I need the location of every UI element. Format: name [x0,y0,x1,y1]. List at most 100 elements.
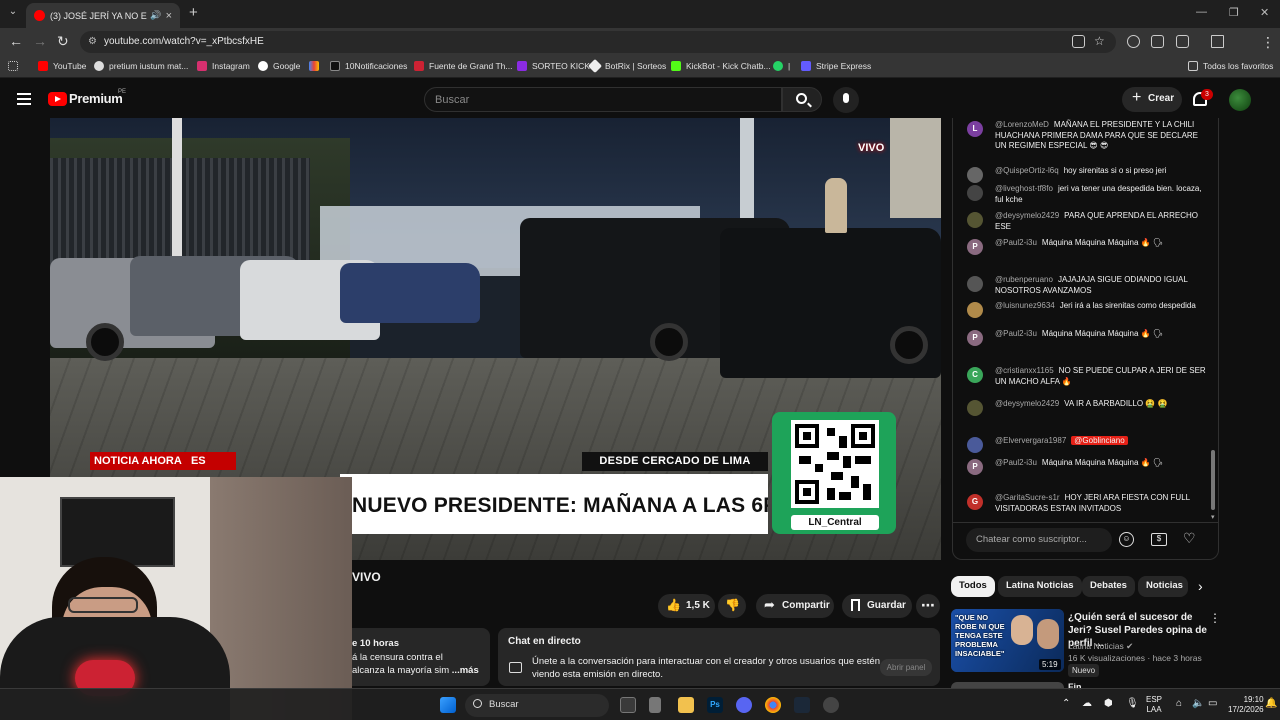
chat-author-name[interactable]: @LorenzoMeD [995,120,1049,129]
chips-next-icon[interactable]: › [1198,578,1203,594]
extension-2-icon[interactable] [1151,35,1164,48]
create-button[interactable]: Crear [1122,87,1182,112]
recommendation-thumbnail[interactable]: "QUE NO ROBE NI QUE TENGA ESTE PROBLEMA … [951,609,1064,672]
all-bookmarks-folder[interactable]: Todos los favoritos [1188,61,1273,71]
chat-author-avatar[interactable]: L [967,121,983,137]
chat-author-avatar[interactable] [967,212,983,228]
bookmark-kickbot[interactable]: KickBot - Kick Chatb... [671,61,771,71]
chat-author-avatar[interactable]: C [967,367,983,383]
chat-author-name[interactable]: @QuispeOrtiz-l6q [995,166,1059,175]
forward-icon[interactable]: → [33,33,47,49]
task-view-icon[interactable] [620,697,636,713]
bookmark-google[interactable]: Google [258,61,300,71]
tray-app-icon[interactable]: ☁ [1082,699,1092,709]
chip-noticias[interactable]: Noticias [1138,576,1188,597]
file-explorer-icon[interactable] [678,697,694,713]
browser-menu-icon[interactable]: ⋮ [1261,34,1275,51]
bookmark-whatsapp[interactable]: | [773,61,790,71]
install-app-icon[interactable] [1072,35,1085,48]
more-actions-icon[interactable]: ⋯ [916,594,940,618]
chat-author-avatar[interactable] [967,437,983,453]
chat-author-name[interactable]: @deysymelo2429 [995,399,1059,408]
save-button[interactable]: Guardar [842,594,912,618]
bookmark-star-icon[interactable]: ☆ [1094,34,1105,48]
tray-app-2-icon[interactable]: ⬢ [1104,699,1113,709]
bookmark-10notificaciones[interactable]: 10Notificaciones [330,61,407,71]
chat-author-avatar[interactable]: P [967,330,983,346]
notifications-icon[interactable]: 🔔 [1265,699,1277,709]
recommendation-menu-icon[interactable]: ⋮ [1209,611,1221,625]
maximize-icon[interactable]: ❐ [1229,6,1239,19]
bookmark-pretium[interactable]: pretium iustum mat... [94,61,188,71]
network-icon[interactable]: ⌂ [1176,699,1182,709]
new-tab-icon[interactable]: + [189,4,198,21]
guide-menu-icon[interactable] [17,93,31,105]
back-icon[interactable]: ← [9,33,23,49]
chat-author-avatar[interactable]: G [967,494,983,510]
chip-debates[interactable]: Debates [1082,576,1135,597]
chat-author-avatar[interactable] [967,302,983,318]
chat-author-name[interactable]: @deysymelo2429 [995,211,1059,220]
apps-grid-icon[interactable] [8,61,23,71]
app-icon[interactable] [649,697,661,713]
like-button[interactable]: 👍 1,5 K [658,594,715,618]
battery-icon[interactable]: ▭ [1208,699,1217,709]
tab-search-icon[interactable]: ⌄ [6,6,20,20]
extension-icon[interactable] [1127,35,1140,48]
tab-close-icon[interactable]: × [166,10,172,22]
description-box[interactable]: e 10 horas á la censura contra el alcanz… [352,628,490,686]
speaker-icon[interactable]: 🔊 [150,10,161,21]
tray-chevron-icon[interactable]: ⌃ [1062,699,1070,709]
description-more-link[interactable]: ...más [452,665,479,676]
open-panel-button[interactable]: Abrir panel [880,659,932,676]
super-chat-icon[interactable]: $ [1151,533,1167,546]
emoji-icon[interactable]: ☺ [1119,532,1134,547]
chat-author-name[interactable]: @cristianxx1165 [995,366,1054,375]
clock[interactable]: 19:10 17/2/2026 [1228,695,1264,715]
chat-input[interactable]: Chatear como suscriptor... [966,528,1112,552]
windows-start-icon[interactable] [440,697,456,713]
chat-author-name[interactable]: @Paul2-i3u [995,458,1037,467]
volume-icon[interactable]: 🔈 [1192,699,1204,709]
chip-latina-noticias[interactable]: Latina Noticias [998,576,1082,597]
chat-author-avatar[interactable] [967,167,983,183]
chat-author-avatar[interactable] [967,185,983,201]
chrome-icon[interactable] [765,697,781,713]
bookmark-multicolor[interactable] [309,61,324,71]
search-button[interactable] [782,87,822,112]
chat-author-avatar[interactable]: P [967,239,983,255]
chat-author-name[interactable]: @Elververgara1987 [995,436,1066,445]
obs-icon[interactable] [823,697,839,713]
browser-tab-active[interactable]: (3) JOSÉ JERÍ YA NO ES PRE 🔊 × [26,3,180,28]
account-avatar[interactable] [1229,89,1251,111]
youtube-logo-icon[interactable] [48,92,67,106]
bookmark-youtube[interactable]: YouTube [38,61,86,71]
chat-author-name[interactable]: @Paul2-i3u [995,329,1037,338]
dislike-button[interactable]: 👎 [718,594,746,618]
share-button[interactable]: ➦ Compartir [756,594,834,618]
chat-author-avatar[interactable] [967,400,983,416]
site-info-icon[interactable]: ⚙ [88,36,97,47]
tray-mic-icon[interactable]: 🎙 [1126,699,1139,709]
chat-author-name[interactable]: @Paul2-i3u [995,238,1037,247]
taskbar-search[interactable]: Buscar [465,694,609,717]
close-window-icon[interactable]: ✕ [1260,6,1269,19]
bookmark-instagram[interactable]: Instagram [197,61,250,71]
minimize-icon[interactable]: — [1196,6,1207,18]
address-bar[interactable]: ⚙ youtube.com/watch?v=_xPtbcsfxHE [80,31,1116,53]
language-indicator[interactable]: ESP LAA [1146,695,1162,715]
reload-icon[interactable]: ↻ [57,33,69,50]
chat-author-name[interactable]: @GaritaSucre-s1r [995,493,1060,502]
media-controls-icon[interactable] [1211,35,1224,48]
search-input[interactable]: Buscar [424,87,782,112]
youtube-premium-logo[interactable]: Premium [69,91,123,106]
photoshop-icon[interactable]: Ps [707,697,723,713]
chat-scrollbar[interactable] [1211,450,1215,510]
chat-author-name[interactable]: @liveghost-tf8fo [995,184,1053,193]
chat-author-name[interactable]: @rubenperuano [995,275,1053,284]
chat-author-avatar[interactable]: P [967,459,983,475]
chat-author-avatar[interactable] [967,276,983,292]
bookmark-sorteo-kick[interactable]: SORTEO KICK [517,61,590,71]
discord-icon[interactable] [736,697,752,713]
chip-todos[interactable]: Todos [951,576,995,597]
